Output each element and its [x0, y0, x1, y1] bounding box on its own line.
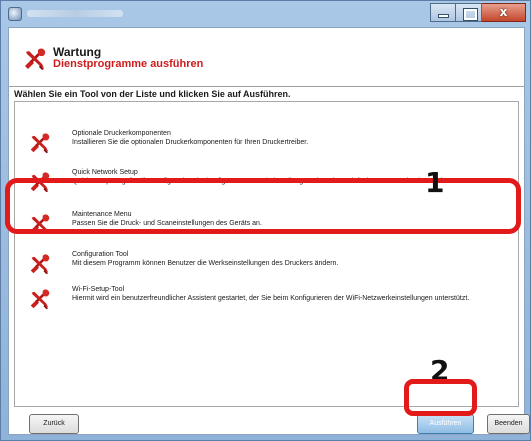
page-title: Wartung	[53, 45, 102, 59]
maximize-button[interactable]	[456, 3, 482, 22]
run-button[interactable]: Ausführen	[417, 414, 474, 434]
instruction-text: Wählen Sie ein Tool von der Liste und kl…	[14, 89, 291, 99]
tool-description: Hiermit wird ein benutzerfreundlicher As…	[72, 295, 470, 302]
header-divider	[9, 86, 524, 87]
tools-icon	[30, 289, 50, 310]
minimize-button[interactable]	[430, 3, 456, 22]
app-icon	[8, 7, 22, 21]
application-window: x Wartung Dienstprogramme ausführen Wähl…	[0, 0, 531, 441]
tools-icon	[25, 48, 46, 70]
exit-button[interactable]: Beenden	[487, 414, 530, 434]
tools-icon	[30, 254, 50, 275]
tools-icon	[30, 133, 50, 154]
title-bar: x	[1, 1, 531, 27]
tool-item-configuration-tool[interactable]: Configuration Tool Mit diesem Programm k…	[19, 248, 515, 280]
tool-description: Mit diesem Programm können Benutzer die …	[72, 260, 339, 267]
back-button[interactable]: Zurück	[29, 414, 79, 434]
tool-name: Wi-Fi-Setup-Tool	[72, 286, 125, 293]
callout-step-1: 1	[425, 166, 445, 199]
tool-item-optionale-druckerkomponenten[interactable]: Optionale Druckerkomponenten Installiere…	[19, 127, 515, 159]
tool-name: Quick Network Setup	[72, 169, 138, 176]
tool-description: Installieren Sie die optionalen Druckerk…	[72, 139, 309, 146]
tool-name: Configuration Tool	[72, 251, 129, 258]
tool-item-wifi-setup-tool[interactable]: Wi-Fi-Setup-Tool Hiermit wird ein benutz…	[19, 283, 515, 315]
page-subtitle: Dienstprogramme ausführen	[53, 58, 204, 70]
window-title-blurred	[27, 10, 123, 17]
window-controls: x	[430, 3, 526, 22]
tool-name: Optionale Druckerkomponenten	[72, 130, 171, 137]
highlight-run-button	[404, 379, 477, 416]
close-button[interactable]: x	[482, 3, 526, 22]
